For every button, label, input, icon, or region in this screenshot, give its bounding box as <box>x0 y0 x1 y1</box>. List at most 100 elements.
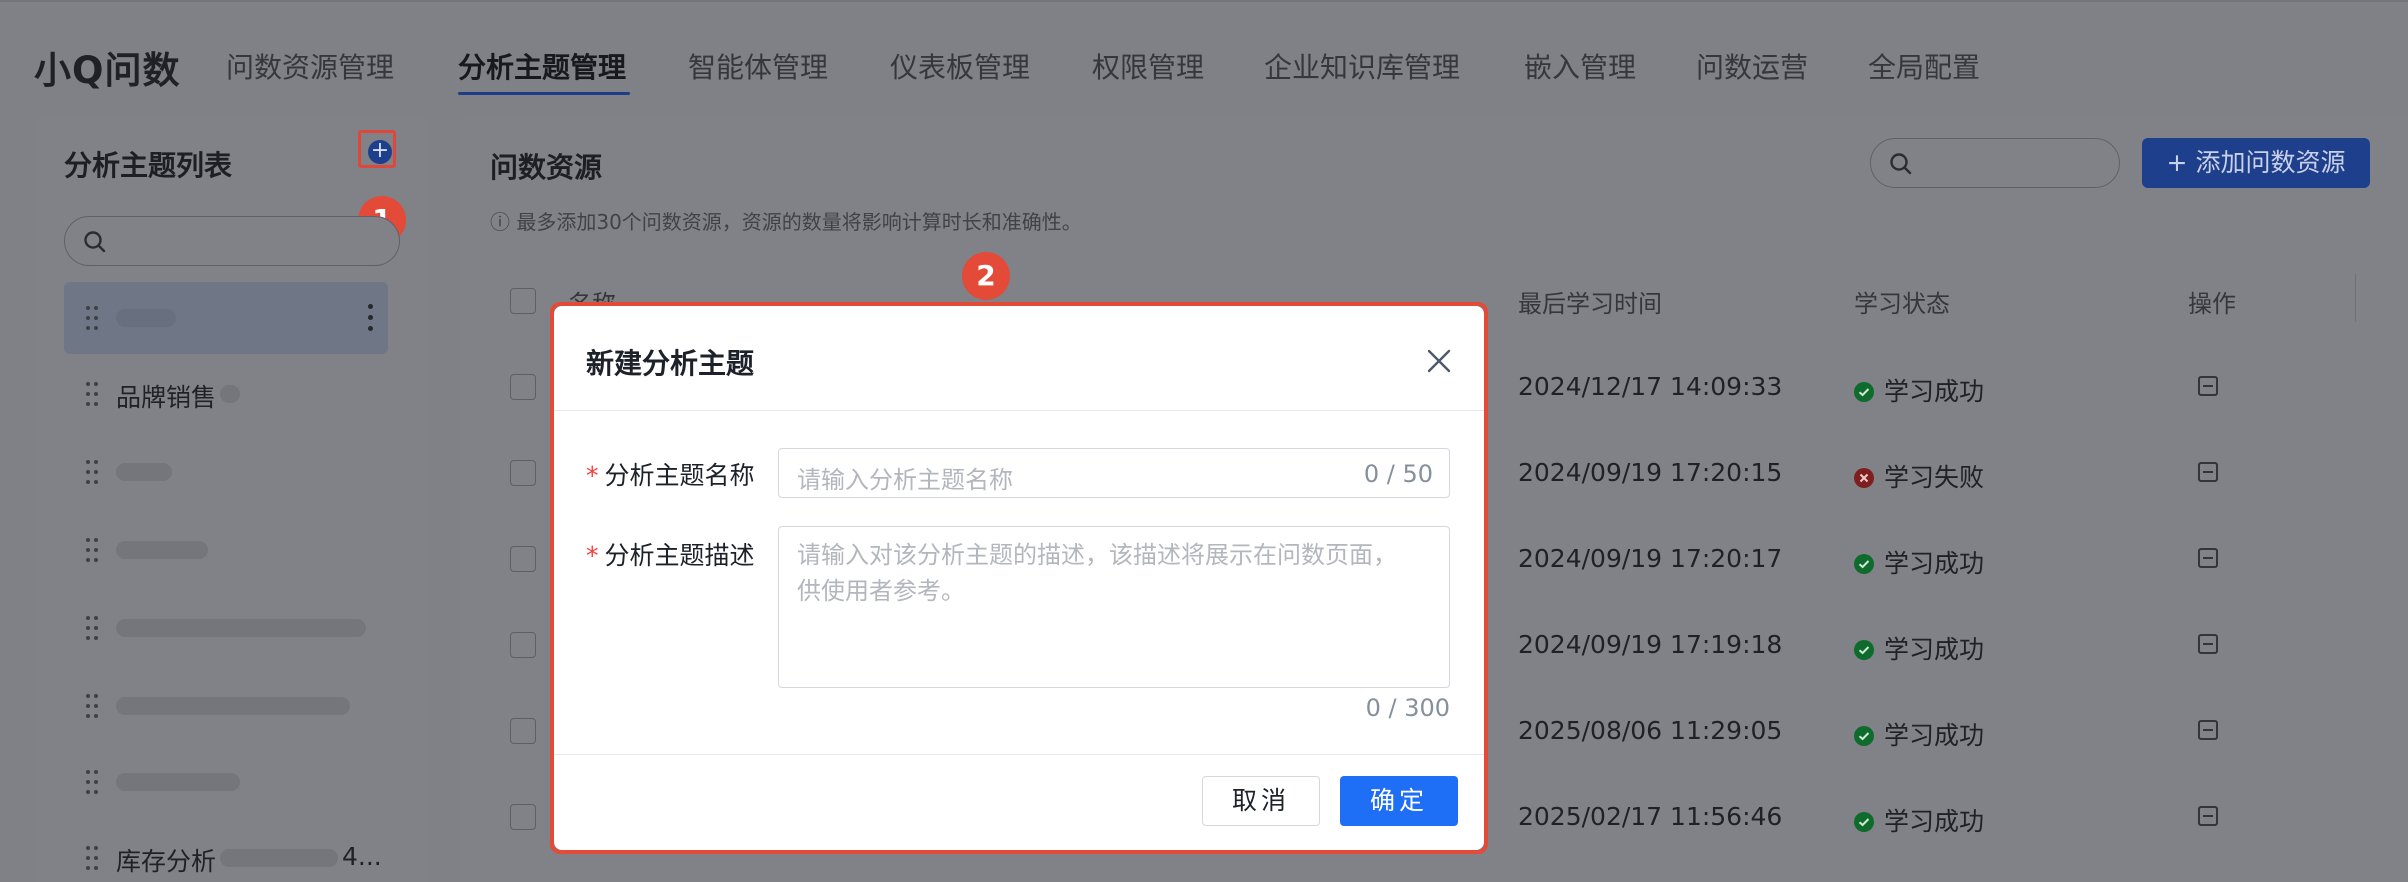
topic-item[interactable] <box>64 514 388 586</box>
blurred-topic-name <box>116 541 208 559</box>
row-checkbox[interactable] <box>510 460 536 486</box>
topic-desc-label: * 分析主题描述 <box>586 541 755 570</box>
annotation-badge-2: 2 <box>962 252 1010 300</box>
row-status: 学习失败 <box>1854 458 1984 494</box>
blurred-topic-suffix <box>220 385 240 403</box>
plus-circle-icon[interactable]: + <box>368 140 392 164</box>
topic-item[interactable] <box>64 746 388 818</box>
remove-row-icon[interactable] <box>2198 634 2218 654</box>
check-circle-icon <box>1854 812 1874 832</box>
resource-title: 问数资源 <box>490 151 603 184</box>
drag-handle-icon[interactable] <box>86 846 98 870</box>
dialog-header-divider <box>554 410 1484 411</box>
resource-info-text: ⓘ 最多添加30个问数资源，资源的数量将影响计算时长和准确性。 <box>490 210 1082 234</box>
row-status: 学习成功 <box>1854 630 1984 666</box>
nav-item-embed[interactable]: 嵌入管理 <box>1524 46 1636 86</box>
confirm-button[interactable]: 确定 <box>1340 776 1458 826</box>
check-circle-icon <box>1854 726 1874 746</box>
required-mark: * <box>586 541 599 570</box>
topic-item[interactable] <box>64 592 388 664</box>
topic-item[interactable]: 品牌销售 <box>64 358 388 430</box>
drag-handle-icon[interactable] <box>86 770 98 794</box>
dialog-footer-divider <box>554 754 1484 755</box>
nav-item-resource[interactable]: 问数资源管理 <box>226 46 394 86</box>
topic-desc-count: 0 / 300 <box>1365 694 1450 722</box>
topic-item[interactable] <box>64 436 388 508</box>
nav-item-global-config[interactable]: 全局配置 <box>1868 46 1980 86</box>
required-mark: * <box>586 461 599 490</box>
column-header-action: 操作 <box>2188 290 2236 318</box>
drag-handle-icon[interactable] <box>86 538 98 562</box>
topic-item[interactable] <box>64 282 388 354</box>
more-options-icon[interactable] <box>368 304 374 332</box>
row-last-learn-time: 2024/09/19 17:20:17 <box>1518 544 1783 573</box>
nav-item-dashboard[interactable]: 仪表板管理 <box>890 46 1030 86</box>
blurred-topic-name <box>116 773 240 791</box>
topic-item[interactable] <box>64 670 388 742</box>
blurred-topic-name <box>116 309 176 327</box>
row-status: 学习成功 <box>1854 716 1984 752</box>
row-status-text: 学习成功 <box>1884 377 1985 406</box>
row-last-learn-time: 2025/08/06 11:29:05 <box>1518 716 1783 745</box>
nav-active-underline <box>458 92 630 95</box>
check-circle-icon <box>1854 554 1874 574</box>
close-icon[interactable] <box>1426 348 1452 374</box>
nav-item-topic[interactable]: 分析主题管理 <box>458 46 626 86</box>
drag-handle-icon[interactable] <box>86 382 98 406</box>
nav-item-knowledge[interactable]: 企业知识库管理 <box>1264 46 1460 86</box>
drag-handle-icon[interactable] <box>86 306 98 330</box>
topic-name-label: * 分析主题名称 <box>586 461 755 490</box>
drag-handle-icon[interactable] <box>86 694 98 718</box>
topic-name-input[interactable]: 请输入分析主题名称 0 / 50 <box>778 448 1450 498</box>
top-nav: 小Q问数 问数资源管理 分析主题管理 智能体管理 仪表板管理 权限管理 企业知识… <box>0 0 2408 110</box>
row-checkbox[interactable] <box>510 718 536 744</box>
row-status-text: 学习成功 <box>1884 635 1985 664</box>
row-status-text: 学习失败 <box>1884 463 1985 492</box>
topic-list-panel: 分析主题列表 + 1 品牌销售 库存分析 4... <box>34 114 430 882</box>
row-status-text: 学习成功 <box>1884 721 1985 750</box>
blurred-topic-name <box>116 619 366 637</box>
dialog-title: 新建分析主题 <box>586 347 755 380</box>
topic-item[interactable]: 库存分析 4... <box>64 822 388 882</box>
topic-name-placeholder: 请输入分析主题名称 <box>797 466 1013 494</box>
row-last-learn-time: 2024/12/17 14:09:33 <box>1518 372 1783 401</box>
select-all-checkbox[interactable] <box>510 288 536 314</box>
topic-desc-placeholder: 请输入对该分析主题的描述，该描述将展示在问数页面，供使用者参考。 <box>797 541 1397 605</box>
topic-label: 库存分析 <box>116 847 217 876</box>
topic-desc-textarea[interactable]: 请输入对该分析主题的描述，该描述将展示在问数页面，供使用者参考。 <box>778 526 1450 688</box>
error-circle-icon <box>1854 468 1874 488</box>
topic-list-title: 分析主题列表 <box>64 149 233 182</box>
search-icon <box>84 231 106 253</box>
resource-search-input[interactable] <box>1870 138 2120 188</box>
topic-label: 品牌销售 <box>116 383 217 412</box>
row-status: 学习成功 <box>1854 802 1984 838</box>
remove-row-icon[interactable] <box>2198 376 2218 396</box>
app-brand: 小Q问数 <box>34 49 181 92</box>
row-last-learn-time: 2025/02/17 11:56:46 <box>1518 802 1783 831</box>
nav-item-permission[interactable]: 权限管理 <box>1092 46 1204 86</box>
nav-item-operation[interactable]: 问数运营 <box>1696 46 1808 86</box>
drag-handle-icon[interactable] <box>86 460 98 484</box>
nav-item-agent[interactable]: 智能体管理 <box>688 46 828 86</box>
row-status: 学习成功 <box>1854 372 1984 408</box>
row-checkbox[interactable] <box>510 804 536 830</box>
add-resource-button[interactable]: + 添加问数资源 <box>2142 138 2370 188</box>
row-last-learn-time: 2024/09/19 17:19:18 <box>1518 630 1783 659</box>
column-divider <box>2355 274 2356 322</box>
topic-name-count: 0 / 50 <box>1363 460 1433 488</box>
remove-row-icon[interactable] <box>2198 548 2218 568</box>
row-checkbox[interactable] <box>510 632 536 658</box>
topic-search-input[interactable] <box>64 216 400 266</box>
row-last-learn-time: 2024/09/19 17:20:15 <box>1518 458 1783 487</box>
row-checkbox[interactable] <box>510 374 536 400</box>
drag-handle-icon[interactable] <box>86 616 98 640</box>
blurred-topic-suffix <box>220 849 338 867</box>
remove-row-icon[interactable] <box>2198 806 2218 826</box>
cancel-button[interactable]: 取消 <box>1202 776 1320 826</box>
row-checkbox[interactable] <box>510 546 536 572</box>
check-circle-icon <box>1854 382 1874 402</box>
remove-row-icon[interactable] <box>2198 720 2218 740</box>
blurred-topic-name <box>116 463 172 481</box>
topic-label-suffix: 4... <box>342 842 382 871</box>
remove-row-icon[interactable] <box>2198 462 2218 482</box>
